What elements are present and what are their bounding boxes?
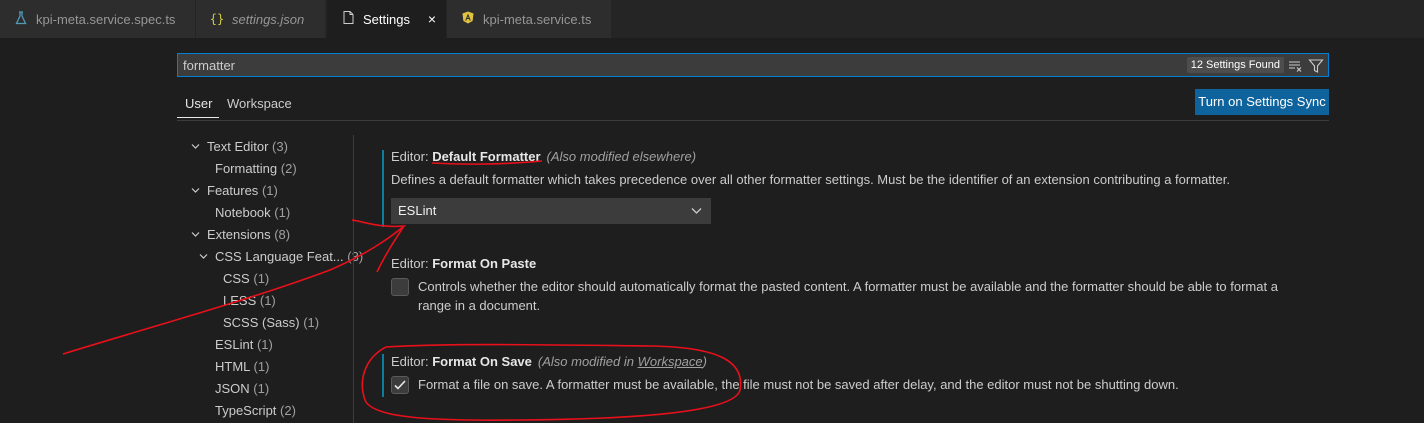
tab-label: kpi-meta.service.spec.ts	[36, 11, 176, 27]
chevron-down-icon	[691, 208, 702, 214]
tab-bar: kpi-meta.service.spec.ts {} settings.jso…	[0, 0, 1424, 38]
tab-workspace[interactable]: Workspace	[227, 96, 292, 111]
chevron-down-icon	[191, 144, 200, 149]
setting-description: range in a document.	[418, 298, 541, 313]
chevron-down-icon	[199, 254, 208, 259]
format-on-paste-checkbox[interactable]	[391, 278, 409, 296]
toc-item-notebook[interactable]: Notebook (1)	[215, 205, 290, 220]
setting-description: Controls whether the editor should autom…	[418, 279, 1278, 294]
divider	[353, 135, 354, 423]
tab-user[interactable]: User	[185, 96, 212, 111]
select-value: ESLint	[398, 203, 437, 218]
clear-filter-icon[interactable]	[1288, 58, 1304, 74]
toc-item-css[interactable]: CSS (1)	[223, 271, 269, 286]
tab-label: settings.json	[232, 11, 305, 27]
tab-kpi-meta-service[interactable]: kpi-meta.service.ts	[447, 0, 612, 38]
toc-item-typescript[interactable]: TypeScript (2)	[215, 403, 296, 418]
toc-item-extensions[interactable]: Extensions (8)	[207, 227, 290, 242]
toc-item-features[interactable]: Features (1)	[207, 183, 278, 198]
toc-item-formatting[interactable]: Formatting (2)	[215, 161, 297, 176]
default-formatter-select[interactable]: ESLint	[391, 198, 711, 224]
checkmark-icon	[394, 380, 406, 390]
toc-item-scss[interactable]: SCSS (Sass) (1)	[223, 315, 319, 330]
setting-description: Format a file on save. A formatter must …	[418, 377, 1179, 392]
tab-label: Settings	[363, 11, 410, 27]
format-on-save-checkbox[interactable]	[391, 376, 409, 394]
setting-title-format-on-paste: Editor: Format On Paste	[391, 256, 537, 271]
toc-item-css-language-features[interactable]: CSS Language Feat... (3)	[215, 249, 363, 264]
braces-icon: {}	[209, 12, 225, 26]
results-count-badge: 12 Settings Found	[1186, 57, 1284, 73]
workspace-link[interactable]: Workspace	[638, 354, 703, 369]
tab-kpi-meta-spec[interactable]: kpi-meta.service.spec.ts	[0, 0, 196, 38]
toc-item-text-editor[interactable]: Text Editor (3)	[207, 139, 288, 154]
angular-icon	[459, 11, 477, 27]
setting-description: Defines a default formatter which takes …	[391, 172, 1230, 187]
setting-title-default-formatter: Editor: Default Formatter (Also modified …	[391, 149, 697, 164]
chevron-down-icon	[191, 188, 200, 193]
setting-title-format-on-save: Editor: Format On Save (Also modified in …	[391, 354, 707, 369]
tab-label: kpi-meta.service.ts	[483, 11, 592, 27]
active-tab-underline	[177, 117, 219, 118]
toc-item-html[interactable]: HTML (1)	[215, 359, 269, 374]
toc-item-eslint[interactable]: ESLint (1)	[215, 337, 273, 352]
filter-icon[interactable]	[1308, 58, 1324, 74]
close-icon[interactable]: ×	[424, 11, 440, 27]
file-icon	[339, 11, 357, 27]
toc-item-json[interactable]: JSON (1)	[215, 381, 269, 396]
settings-search-box[interactable]: 12 Settings Found	[177, 53, 1329, 77]
divider	[177, 120, 1329, 121]
search-input[interactable]	[183, 57, 1083, 73]
modified-indicator	[382, 354, 384, 397]
tab-settings-json[interactable]: {} settings.json	[196, 0, 326, 38]
turn-on-settings-sync-button[interactable]: Turn on Settings Sync	[1195, 89, 1329, 115]
tab-settings[interactable]: Settings ×	[327, 0, 447, 38]
chevron-down-icon	[191, 232, 200, 237]
modified-indicator	[382, 150, 384, 227]
toc-item-less[interactable]: LESS (1)	[223, 293, 276, 308]
flask-icon	[12, 10, 30, 28]
